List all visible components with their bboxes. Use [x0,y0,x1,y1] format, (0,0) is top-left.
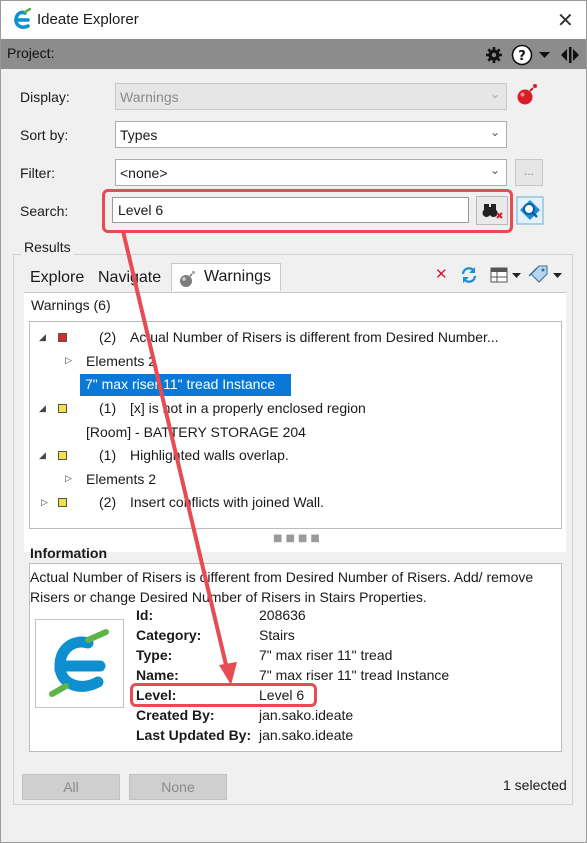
prop-category-value: Stairs [259,627,295,643]
prop-last-updated-label: Last Updated By: [136,727,252,743]
tree-item-warning[interactable]: Highlighted walls overlap. [130,447,289,463]
chevron-down-icon: ⌄ [489,163,500,177]
severity-warning-icon [58,451,67,460]
prop-name-label: Name: [136,667,179,683]
expanded-arrow-icon[interactable]: ◢ [39,451,46,461]
prop-last-updated-value: jan.sako.ideate [259,727,354,743]
bomb-icon [180,270,196,287]
filter-label: Filter: [20,165,55,181]
filter-options-button[interactable]: ... [515,159,543,186]
severity-warning-icon [58,498,67,507]
tree-item-room[interactable]: [Room] - BATTERY STORAGE 204 [86,424,306,440]
prop-name-value: 7" max riser 11" tread Instance [259,667,450,683]
bomb-icon[interactable] [515,83,539,107]
warning-count: (2) [99,329,117,345]
information-title: Information [30,545,107,561]
prop-id-value: 208636 [259,607,306,623]
clear-icon[interactable]: ✕ [435,265,448,283]
sort-by-value: Types [120,127,158,143]
tree-item-selected-instance[interactable]: 7" max riser 11" tread Instance [80,374,291,396]
columns-icon[interactable] [490,267,524,283]
select-all-button[interactable]: All [22,774,120,800]
title-bar: Ideate Explorer ✕ [1,1,586,39]
severity-error-icon [58,333,67,342]
prop-id-label: Id: [136,607,154,623]
filter-select[interactable]: <none> ⌄ [115,159,507,186]
selected-count: 1 selected [503,777,567,793]
tree-item-warning[interactable]: [x] is not in a properly enclosed region [130,400,366,416]
splitter-handle[interactable]: ■■■■ [273,533,323,544]
filter-value: <none> [120,165,168,181]
tree-item-warning[interactable]: Actual Number of Risers is different fro… [130,329,499,345]
collapsed-arrow-icon[interactable]: ▷ [65,474,72,484]
tree-item-elements[interactable]: Elements 2 [86,353,156,369]
warning-count: (1) [99,447,117,463]
svg-text:?: ? [518,49,526,64]
expanded-arrow-icon[interactable]: ◢ [39,333,46,343]
help-icon[interactable]: ? [511,44,533,66]
sort-by-select[interactable]: Types ⌄ [115,121,507,148]
prop-created-by-label: Created By: [136,707,215,723]
warning-description: Actual Number of Risers is different fro… [30,569,534,605]
search-highlight-box [102,189,513,233]
tab-warnings[interactable]: Warnings [171,263,281,291]
tree-item-warning[interactable]: Insert conflicts with joined Wall. [130,494,324,510]
prop-type-label: Type: [136,647,173,663]
collapsed-arrow-icon[interactable]: ▷ [41,498,48,508]
collapse-icon[interactable] [560,46,580,64]
severity-warning-icon [58,404,67,413]
warning-count: (1) [99,400,117,416]
find-in-model-icon[interactable] [516,196,544,225]
display-select: Warnings ⌄ [115,83,507,110]
ideate-logo-icon [14,8,32,29]
display-label: Display: [20,89,70,105]
select-none-button[interactable]: None [129,774,227,800]
ideate-explorer-window: Ideate Explorer ✕ Project: ? Display: Wa… [0,0,587,843]
project-label: Project: [7,45,55,61]
project-bar: Project: ? [1,39,586,69]
dropdown-icon[interactable] [539,52,550,59]
window-title: Ideate Explorer [37,11,139,28]
warning-count: (2) [99,494,117,510]
ideate-logo [35,619,124,708]
collapsed-arrow-icon[interactable]: ▷ [65,356,72,366]
chevron-down-icon: ⌄ [489,87,500,101]
search-label: Search: [20,203,69,219]
warnings-tree[interactable]: ◢ (2) Actual Number of Risers is differe… [29,321,562,529]
close-icon[interactable]: ✕ [557,8,574,32]
tab-warnings-label: Warnings [204,268,271,285]
refresh-icon[interactable] [459,266,479,284]
warnings-count-header: Warnings (6) [31,297,111,313]
tag-icon[interactable] [528,265,564,285]
display-value: Warnings [120,89,179,105]
prop-created-by-value: jan.sako.ideate [259,707,354,723]
prop-type-value: 7" max riser 11" tread [259,647,393,663]
results-label: Results [21,239,74,255]
level-highlight-box [130,683,317,707]
tab-explore[interactable]: Explore [25,266,89,293]
prop-category-label: Category: [136,627,202,643]
expanded-arrow-icon[interactable]: ◢ [39,404,46,414]
sort-by-label: Sort by: [20,127,69,143]
gear-icon[interactable] [485,46,503,64]
ideate-logo-icon [49,629,109,697]
tree-item-elements[interactable]: Elements 2 [86,471,156,487]
chevron-down-icon: ⌄ [489,125,500,139]
tab-navigate[interactable]: Navigate [93,266,166,293]
